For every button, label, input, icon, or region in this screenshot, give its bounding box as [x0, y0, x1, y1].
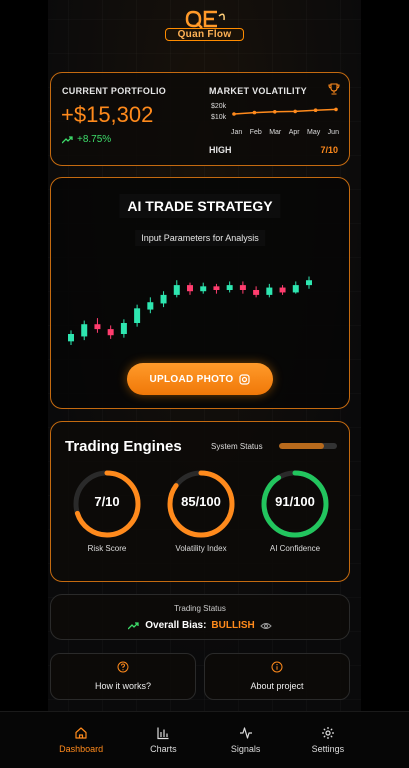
gauge-label: AI Confidence: [269, 544, 321, 553]
volatility-y-label-bottom: $10k: [211, 114, 227, 121]
bottom-nav: Dashboard Charts Signals Settings: [0, 711, 409, 768]
camera-icon: [239, 373, 251, 385]
gauge-value: 85/100: [181, 494, 221, 509]
candle: [239, 281, 246, 294]
right-shade: [361, 0, 409, 768]
candle: [306, 276, 312, 289]
volatility-month-label: Jan: [231, 129, 243, 136]
candle: [107, 325, 114, 339]
eye-icon[interactable]: [260, 622, 272, 630]
system-status-bar: [279, 443, 337, 449]
how-it-works-label: How it works?: [94, 681, 151, 691]
candle: [81, 320, 88, 341]
volatility-month-label: Mar: [269, 129, 282, 136]
volatility-month-label: Apr: [288, 129, 300, 136]
how-it-works-button[interactable]: How it works?: [50, 653, 196, 700]
volatility-point: [273, 110, 277, 114]
volatility-month-label: May: [307, 129, 321, 136]
candle: [68, 330, 74, 345]
candle: [94, 318, 101, 333]
strategy-title: AI TRADE STRATEGY: [119, 194, 281, 218]
engines-title: Trading Engines: [65, 438, 182, 455]
strategy-card: AI TRADE STRATEGY Input Parameters for A…: [50, 177, 350, 409]
bias-value: BULLISH: [211, 620, 255, 631]
volatility-point: [313, 108, 318, 112]
about-project-button[interactable]: About project: [204, 653, 350, 700]
volatility-point: [293, 109, 297, 114]
gauge-label: Risk Score: [87, 544, 127, 553]
volatility-line: [233, 108, 337, 115]
volatility-point: [232, 112, 236, 116]
candle: [226, 281, 233, 293]
candle: [253, 286, 260, 298]
nav-item-dashboard[interactable]: Dashboard: [46, 712, 116, 768]
about-project-label: About project: [250, 681, 304, 691]
trend-up-icon: [62, 135, 73, 143]
nav-label: Charts: [150, 744, 177, 754]
pulse-icon: [239, 727, 252, 739]
info-icon: [271, 661, 283, 673]
trend-up-icon: [128, 621, 139, 629]
question-icon: [117, 661, 129, 673]
overall-bias: Overall Bias: BULLISH: [51, 620, 349, 631]
volatility-sparkline: [232, 107, 338, 116]
candle: [147, 297, 154, 314]
candle: [213, 283, 220, 294]
bias-label: Overall Bias:: [145, 620, 207, 631]
volatility-score: 7/10: [320, 145, 338, 155]
gauge-value: 7/10: [94, 494, 120, 509]
volatility-high-label: HIGH: [209, 145, 232, 155]
candle: [266, 283, 273, 298]
gauge-ai-confidence: 91/100 AI Confidence: [259, 468, 331, 553]
trading-status-card: Trading Status Overall Bias: BULLISH: [50, 594, 350, 640]
candle: [160, 291, 167, 308]
candle: [134, 304, 141, 327]
nav-item-settings[interactable]: Settings: [293, 712, 363, 768]
gear-icon: [321, 727, 334, 739]
portfolio-label: CURRENT PORTFOLIO: [62, 86, 167, 96]
strategy-subtitle: Input Parameters for Analysis: [135, 230, 265, 246]
system-status-label: System Status: [211, 442, 263, 451]
upload-photo-label: UPLOAD PHOTO: [149, 373, 234, 385]
trophy-icon[interactable]: [328, 83, 340, 95]
candle: [173, 280, 180, 298]
candle: [279, 285, 286, 295]
left-shade: [0, 0, 48, 768]
portfolio-change: +8.75%: [62, 134, 111, 145]
volatility-month-label: Jun: [327, 129, 339, 136]
candle: [200, 282, 207, 294]
home-icon: [75, 727, 87, 739]
brand-logo: Quan Flow: [0, 8, 409, 48]
nav-item-signals[interactable]: Signals: [211, 712, 281, 768]
nav-label: Dashboard: [59, 744, 104, 754]
volatility-month-label: Feb: [249, 129, 262, 136]
system-status-fill: [279, 443, 325, 449]
gauge-risk-score: 7/10 Risk Score: [71, 468, 143, 553]
upload-photo-button[interactable]: UPLOAD PHOTO: [127, 363, 273, 395]
volatility-point: [334, 107, 338, 112]
volatility-point: [252, 110, 257, 115]
portfolio-value: +$15,302: [61, 102, 154, 127]
nav-label: Signals: [230, 744, 261, 754]
volatility-y-label-top: $20k: [211, 103, 227, 110]
trading-engines-card: Trading Engines System Status 7/10 Risk …: [50, 421, 350, 582]
volatility-months: Jan Feb Mar Apr May Jun: [231, 129, 339, 136]
brand-name: Quan Flow: [164, 28, 245, 41]
trading-status-label: Trading Status: [174, 604, 226, 613]
gauge-volatility-index: 85/100 Volatility Index: [165, 468, 237, 553]
gauge-value: 91/100: [275, 494, 315, 509]
nav-item-charts[interactable]: Charts: [128, 712, 198, 768]
nav-label: Settings: [311, 744, 345, 754]
bar-chart-icon: [157, 727, 169, 740]
candle: [292, 281, 299, 294]
candle: [187, 282, 193, 295]
logo-icon: [185, 10, 225, 29]
volatility-label: MARKET VOLATILITY: [209, 86, 307, 96]
portfolio-card: CURRENT PORTFOLIO +$15,302 +8.75% MARKET…: [50, 72, 350, 166]
candle: [120, 319, 127, 338]
portfolio-change-value: +8.75%: [77, 134, 112, 145]
gauge-label: Volatility Index: [175, 544, 227, 553]
